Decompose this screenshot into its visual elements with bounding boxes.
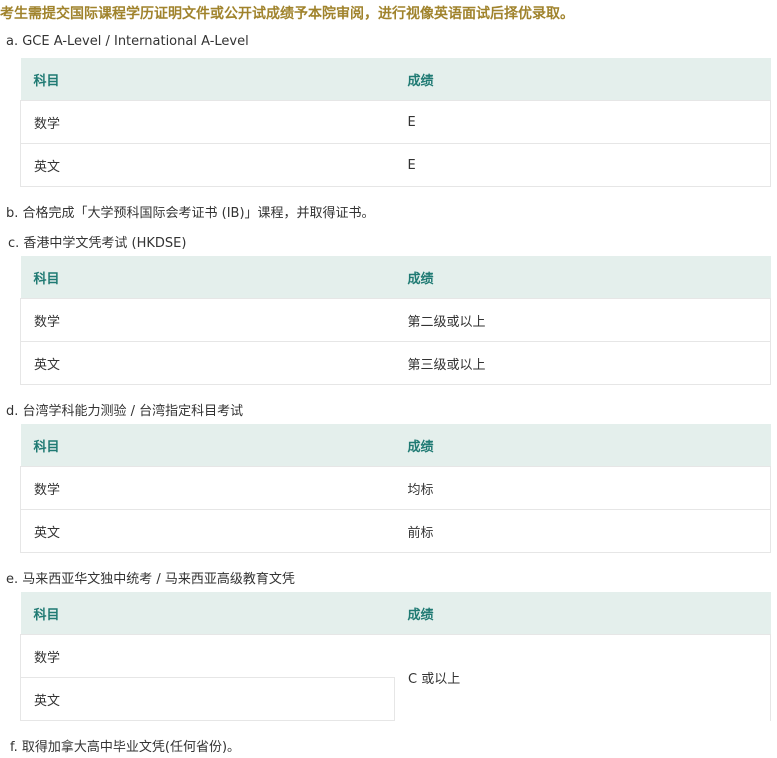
section-d-label: d. 台湾学科能力测验 / 台湾指定科目考试 bbox=[6, 404, 244, 419]
table-row: 数学 E bbox=[20, 100, 771, 144]
subject-cell: 数学 bbox=[20, 298, 395, 342]
subject-cell: 数学 bbox=[20, 634, 395, 678]
grade-cell: 均标 bbox=[394, 466, 771, 510]
merged-grade-cell: C 或以上 bbox=[394, 634, 771, 721]
subject-cell: 英文 bbox=[20, 677, 395, 721]
taiwan-grade-table: 科目 成绩 数学 均标 英文 前标 bbox=[20, 424, 771, 553]
grade-cell: 第三级或以上 bbox=[394, 341, 771, 385]
grade-cell: E bbox=[394, 100, 771, 144]
gce-grade-table: 科目 成绩 数学 E 英文 E bbox=[20, 58, 771, 187]
malaysia-grade-table: 科目 成绩 数学 C 或以上 英文 bbox=[20, 592, 771, 721]
subject-cell: 英文 bbox=[20, 143, 395, 187]
table-row: 英文 E bbox=[20, 143, 771, 187]
section-b-label: b. 合格完成「大学预科国际会考证书 (IB)」课程，并取得证书。 bbox=[6, 206, 375, 221]
section-e-label: e. 马来西亚华文独中统考 / 马来西亚高级教育文凭 bbox=[6, 572, 295, 587]
table-header-row: 科目 成绩 bbox=[20, 592, 771, 635]
subject-cell: 英文 bbox=[20, 341, 395, 385]
table-row: 英文 前标 bbox=[20, 509, 771, 553]
table-row: 数学 第二级或以上 bbox=[20, 298, 771, 342]
subject-header: 科目 bbox=[20, 592, 395, 635]
section-f-label: f. 取得加拿大高中毕业文凭(任何省份)。 bbox=[10, 740, 241, 755]
grade-cell: E bbox=[394, 143, 771, 187]
grade-header: 成绩 bbox=[394, 58, 771, 101]
table-row: 数学 均标 bbox=[20, 466, 771, 510]
table-header-row: 科目 成绩 bbox=[20, 58, 771, 101]
grade-header: 成绩 bbox=[394, 256, 771, 299]
hkdse-grade-table: 科目 成绩 数学 第二级或以上 英文 第三级或以上 bbox=[20, 256, 771, 385]
subject-header: 科目 bbox=[20, 58, 395, 101]
table-header-row: 科目 成绩 bbox=[20, 424, 771, 467]
subject-cell: 数学 bbox=[20, 466, 395, 510]
grade-cell: 第二级或以上 bbox=[394, 298, 771, 342]
subject-header: 科目 bbox=[20, 424, 395, 467]
grade-header: 成绩 bbox=[394, 424, 771, 467]
subject-header: 科目 bbox=[20, 256, 395, 299]
subject-cell: 数学 bbox=[20, 100, 395, 144]
section-a-label: a. GCE A-Level / International A-Level bbox=[6, 34, 249, 49]
table-row: 数学 C 或以上 bbox=[20, 634, 771, 721]
table-row: 英文 第三级或以上 bbox=[20, 341, 771, 385]
grade-header: 成绩 bbox=[394, 592, 771, 635]
intro-text: 考生需提交国际课程学历证明文件或公开试成绩予本院审阅，进行视像英语面试后择优录取… bbox=[0, 6, 574, 22]
subject-cell: 英文 bbox=[20, 509, 395, 553]
table-header-row: 科目 成绩 bbox=[20, 256, 771, 299]
grade-cell: 前标 bbox=[394, 509, 771, 553]
section-c-label: c. 香港中学文凭考试 (HKDSE) bbox=[8, 236, 187, 251]
